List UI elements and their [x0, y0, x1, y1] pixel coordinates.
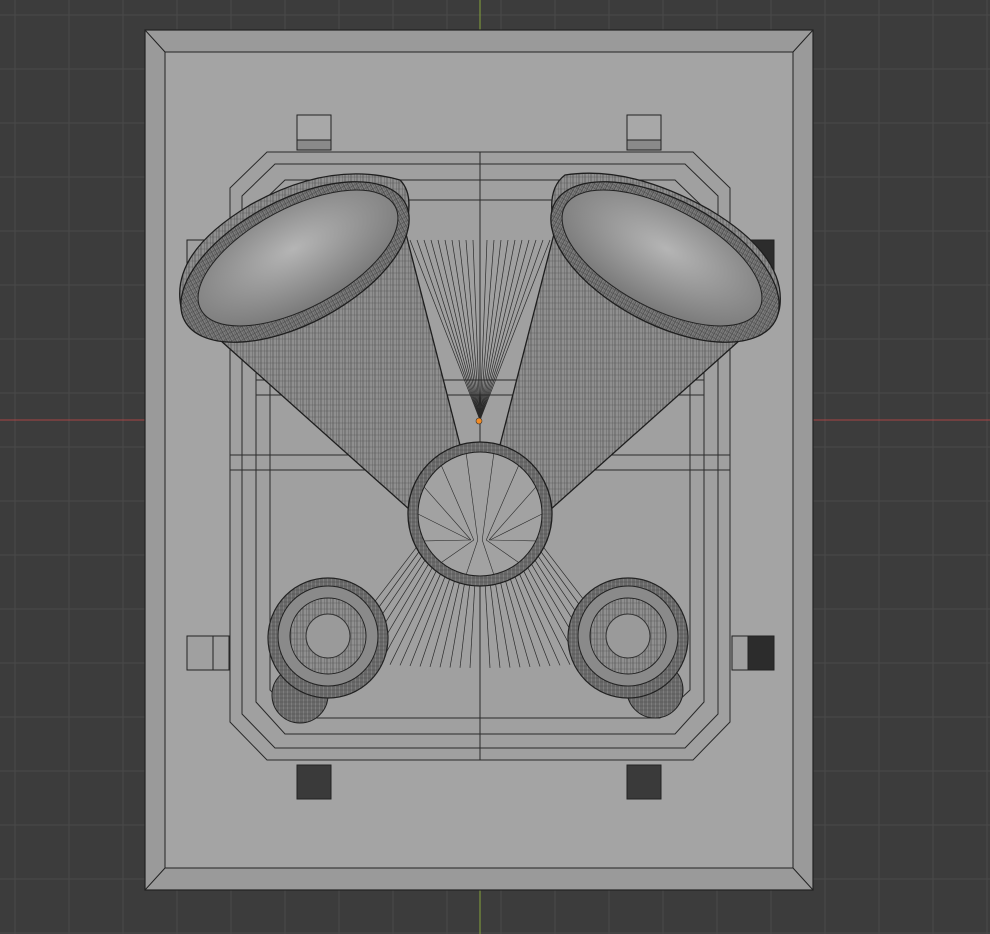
- 3d-viewport[interactable]: [0, 0, 990, 934]
- viewport-canvas[interactable]: [0, 0, 990, 934]
- origin-point[interactable]: [475, 417, 483, 425]
- center-ring[interactable]: [407, 441, 553, 587]
